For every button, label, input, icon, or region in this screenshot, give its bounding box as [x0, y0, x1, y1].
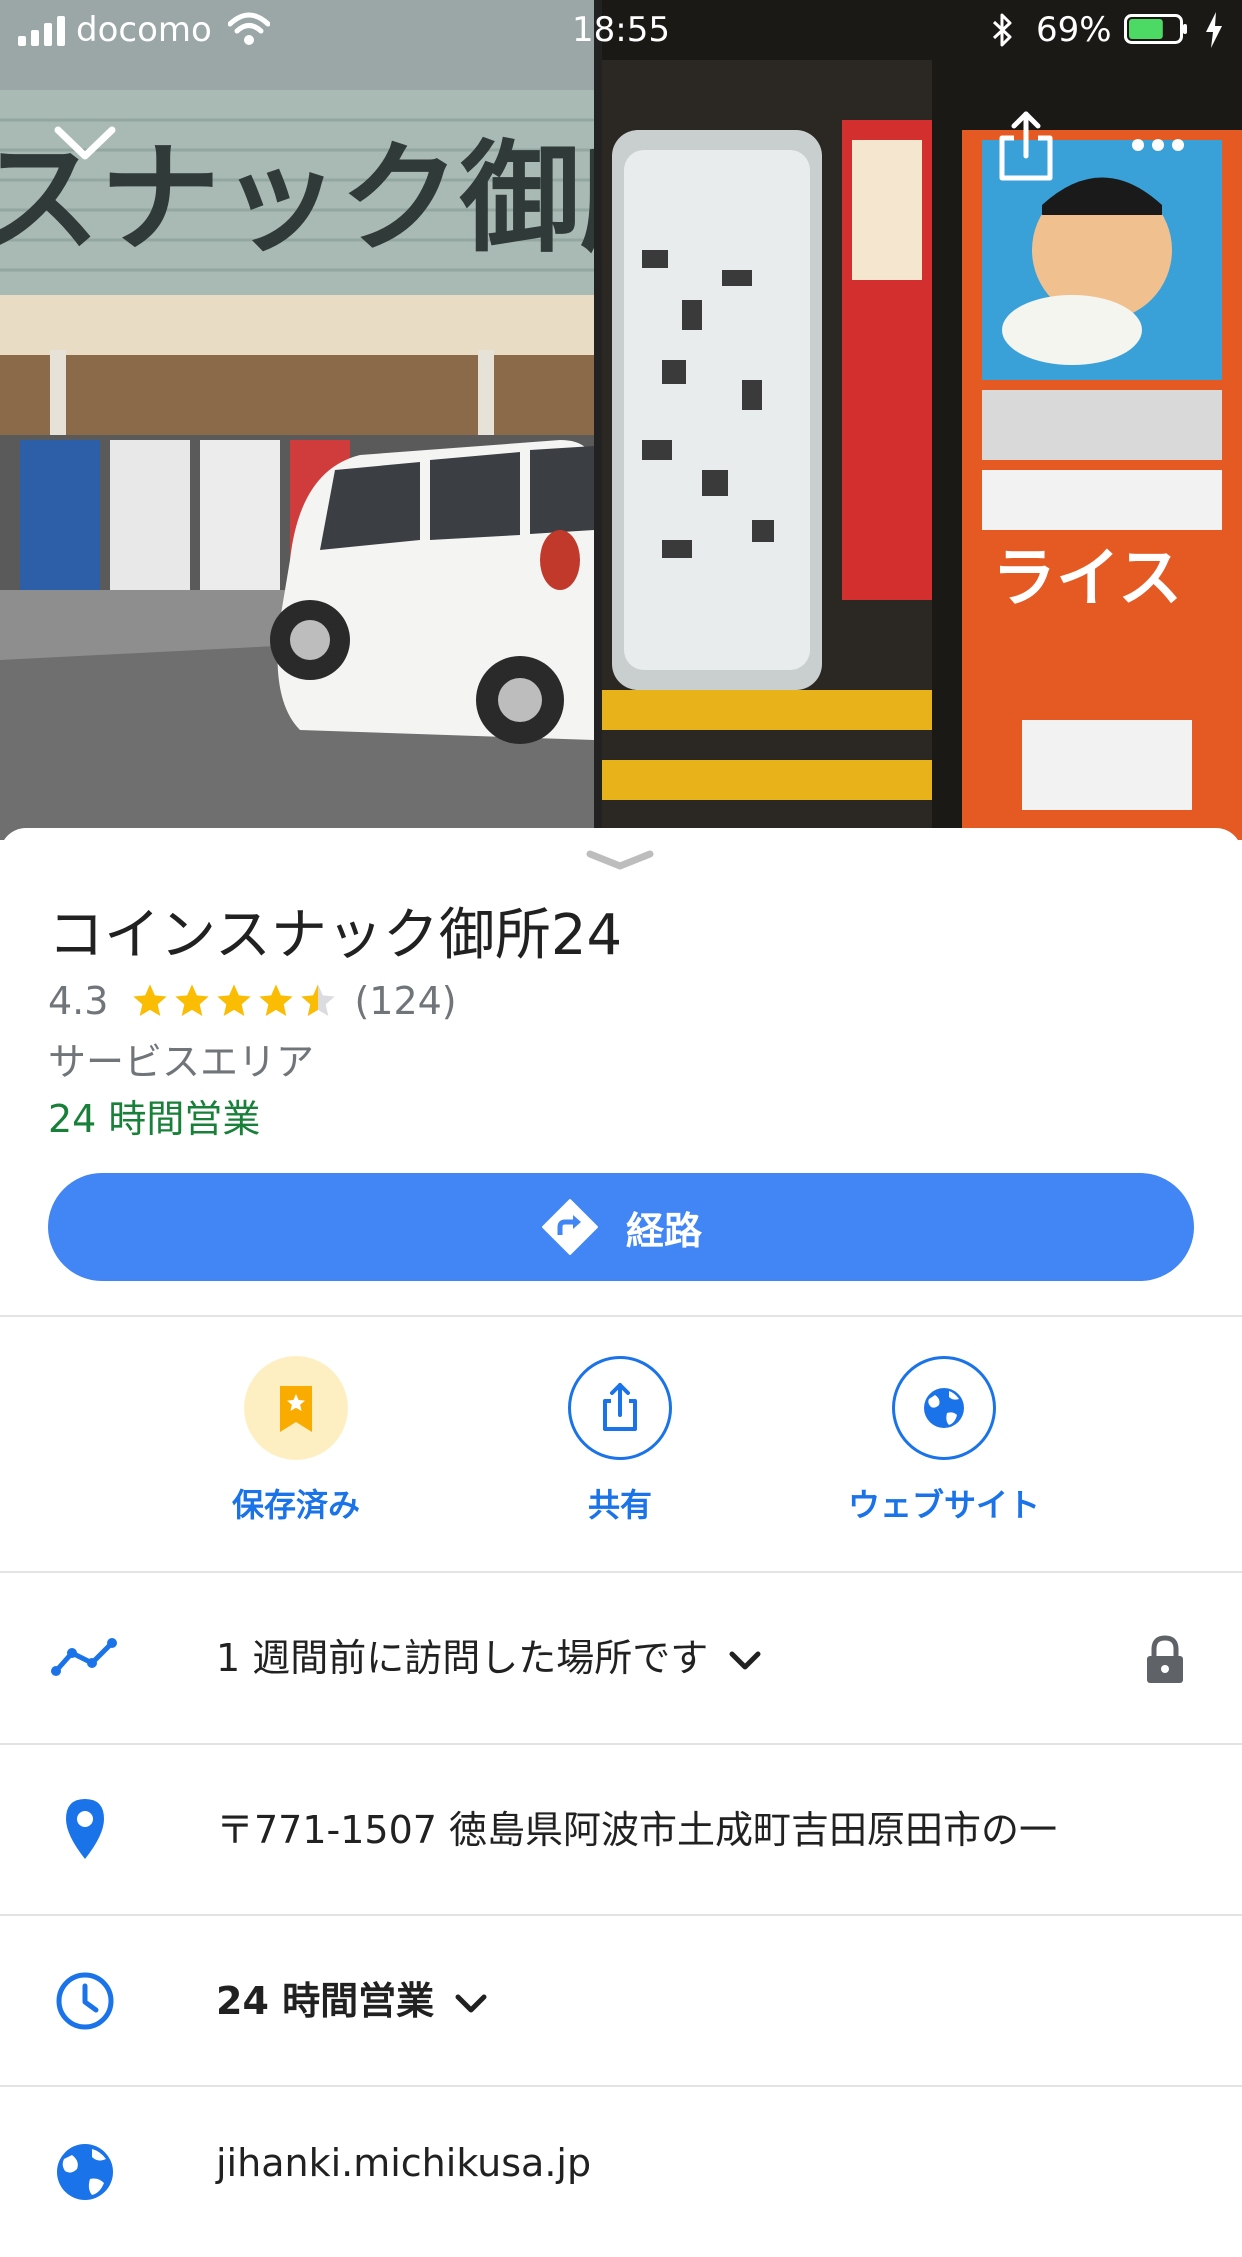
photo-gallery[interactable]: スナック御所	[0, 0, 1242, 840]
lock-icon	[1147, 1635, 1183, 1683]
clock-icon	[56, 1972, 114, 2030]
visit-history-text: 1 週間前に訪問した場所です	[216, 1627, 762, 1682]
website-row[interactable]: jihanki.michikusa.jp	[0, 2087, 1242, 2257]
battery-percent: 69%	[1036, 10, 1112, 50]
share-icon	[603, 1383, 637, 1431]
share-icon	[999, 111, 1053, 181]
place-category: サービスエリア	[48, 1040, 315, 1084]
visit-history-label: 1 週間前に訪問した場所です	[216, 1636, 709, 1680]
website-label: ウェブサイト	[847, 1486, 1040, 1524]
svg-text:ライス: ライス	[992, 542, 1182, 616]
star-icon	[259, 984, 294, 1016]
saved-icon-circle	[244, 1356, 348, 1460]
chevron-down-icon	[455, 1994, 487, 2012]
chevron-down-icon	[54, 126, 116, 160]
location-pin-icon	[66, 1799, 104, 1859]
address-row[interactable]: 〒771-1507 徳島県阿波市土成町吉田原田市の一	[0, 1745, 1242, 1915]
chevron-down-icon	[729, 1651, 761, 1669]
hours-text: 24 時間営業	[216, 1970, 488, 2025]
visit-history-row[interactable]: 1 週間前に訪問した場所です	[0, 1573, 1242, 1743]
divider	[0, 1315, 1242, 1317]
vending-machine-illustration: ライス	[602, 0, 1242, 840]
open-status: 24 時間営業	[48, 1097, 261, 1141]
share-button[interactable]: 共有	[500, 1356, 740, 1526]
vending-machine-photo[interactable]: ライス	[602, 0, 1242, 840]
battery-icon	[1124, 14, 1187, 44]
saved-label: 保存済み	[231, 1486, 360, 1524]
sheet-handle-icon[interactable]	[584, 848, 656, 874]
bluetooth-icon	[992, 13, 1012, 47]
more-options-button[interactable]	[1128, 130, 1188, 160]
rating-value: 4.3	[48, 979, 109, 1023]
more-horizontal-icon	[1132, 139, 1184, 151]
half-star-icon	[301, 984, 336, 1016]
website-url[interactable]: jihanki.michikusa.jp	[216, 2141, 591, 2185]
hours-label: 24 時間営業	[216, 1979, 435, 2023]
place-title: コインスナック御所24	[48, 903, 623, 968]
header-share-button[interactable]	[996, 108, 1056, 182]
rating-row[interactable]: 4.3 (124)	[48, 976, 457, 1026]
collapse-button[interactable]	[50, 118, 120, 168]
star-icon	[133, 984, 168, 1016]
globe-icon	[57, 2144, 113, 2200]
battery-level-fill	[1129, 19, 1163, 39]
status-bar: docomo 18:55 69%	[0, 0, 1242, 62]
review-count[interactable]: (124)	[354, 979, 456, 1023]
charging-bolt-icon	[1206, 12, 1222, 48]
saved-button[interactable]: 保存済み	[176, 1356, 416, 1526]
directions-button[interactable]: 経路	[48, 1173, 1194, 1281]
star-icon	[175, 984, 210, 1016]
address-text: 〒771-1507 徳島県阿波市土成町吉田原田市の一	[216, 1808, 1058, 1852]
place-details-sheet[interactable]: コインスナック御所24 4.3 (124) サービスエリア 24 時間営業 経路	[0, 828, 1242, 2208]
globe-icon	[924, 1388, 964, 1428]
directions-label: 経路	[625, 1208, 702, 1253]
star-rating	[130, 981, 340, 1021]
star-icon	[217, 984, 252, 1016]
directions-icon	[541, 1199, 598, 1255]
timeline-icon	[51, 1638, 117, 1676]
bookmark-star-icon	[280, 1386, 312, 1432]
website-icon-circle	[892, 1356, 996, 1460]
hours-row[interactable]: 24 時間営業	[0, 1916, 1242, 2086]
website-button[interactable]: ウェブサイト	[824, 1356, 1064, 1526]
share-icon-circle	[568, 1356, 672, 1460]
share-label: 共有	[587, 1486, 652, 1524]
